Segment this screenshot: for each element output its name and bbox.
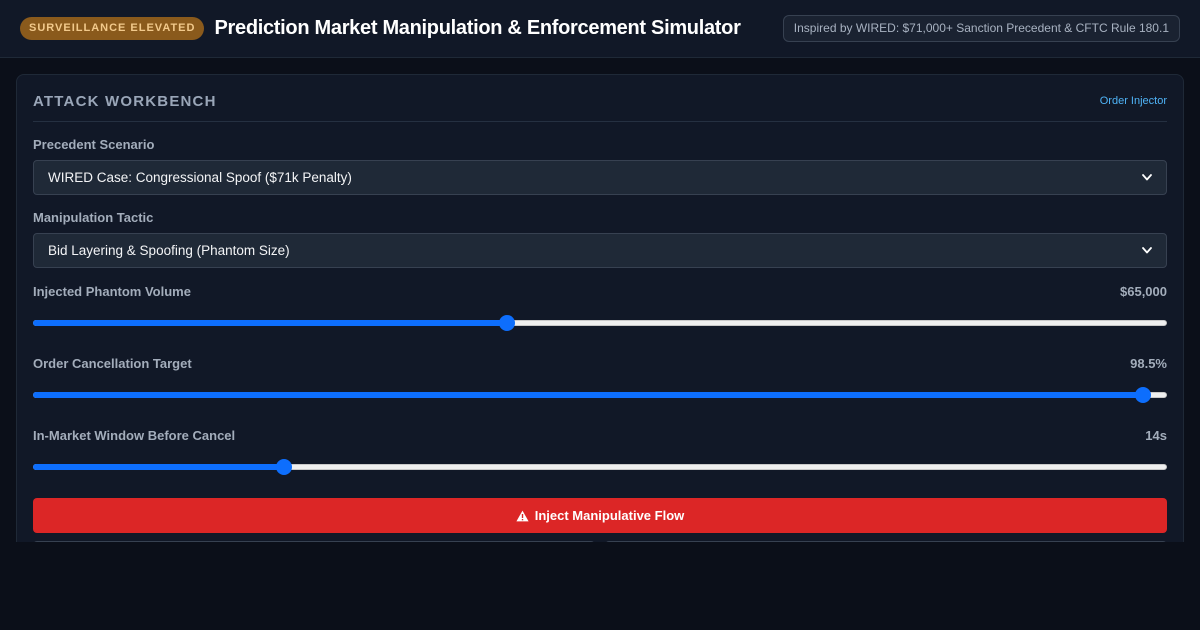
chevron-down-icon <box>1142 173 1152 183</box>
in-market-window-value: 14s <box>1145 428 1167 443</box>
in-market-window-slider[interactable] <box>33 459 1167 475</box>
cancellation-target-slider[interactable] <box>33 387 1167 403</box>
slider-fill <box>33 392 1144 398</box>
cancellation-target-label: Order Cancellation Target <box>33 356 192 371</box>
source-note: Inspired by WIRED: $71,000+ Sanction Pre… <box>782 15 1180 42</box>
summary-card <box>605 541 1167 542</box>
phantom-volume-slider[interactable] <box>33 315 1167 331</box>
cancellation-target-value: 98.5% <box>1130 356 1167 371</box>
slider-thumb[interactable] <box>1135 387 1152 403</box>
phantom-volume-value: $65,000 <box>1120 284 1167 299</box>
panel-title: ATTACK WORKBENCH <box>33 92 217 110</box>
status-badge: SURVEILLANCE ELEVATED <box>20 17 205 40</box>
inject-flow-button[interactable]: Inject Manipulative Flow <box>33 498 1167 533</box>
manipulation-tactic-value: Bid Layering & Spoofing (Phantom Size) <box>48 243 290 258</box>
panel-header: ATTACK WORKBENCH Order Injector <box>33 75 1167 122</box>
precedent-scenario-select[interactable]: WIRED Case: Congressional Spoof ($71k Pe… <box>33 160 1167 195</box>
in-market-window-label: In-Market Window Before Cancel <box>33 428 236 443</box>
warning-icon <box>516 510 529 522</box>
manipulation-tactic-label: Manipulation Tactic <box>33 210 154 225</box>
page-title: Prediction Market Manipulation & Enforce… <box>214 17 741 39</box>
summary-card <box>33 541 595 542</box>
slider-fill <box>33 320 508 326</box>
phantom-volume-label: Injected Phantom Volume <box>33 284 191 299</box>
top-bar: SURVEILLANCE ELEVATED Prediction Market … <box>0 0 1200 58</box>
attack-workbench-panel: ATTACK WORKBENCH Order Injector Preceden… <box>16 74 1184 542</box>
precedent-scenario-value: WIRED Case: Congressional Spoof ($71k Pe… <box>48 170 352 185</box>
precedent-scenario-label: Precedent Scenario <box>33 137 155 152</box>
inject-flow-button-label: Inject Manipulative Flow <box>534 508 685 523</box>
slider-fill <box>33 464 284 470</box>
order-injector-link[interactable]: Order Injector <box>1100 89 1167 107</box>
slider-thumb[interactable] <box>499 315 516 331</box>
slider-thumb[interactable] <box>275 459 292 475</box>
manipulation-tactic-select[interactable]: Bid Layering & Spoofing (Phantom Size) <box>33 233 1167 268</box>
chevron-down-icon <box>1142 246 1152 256</box>
